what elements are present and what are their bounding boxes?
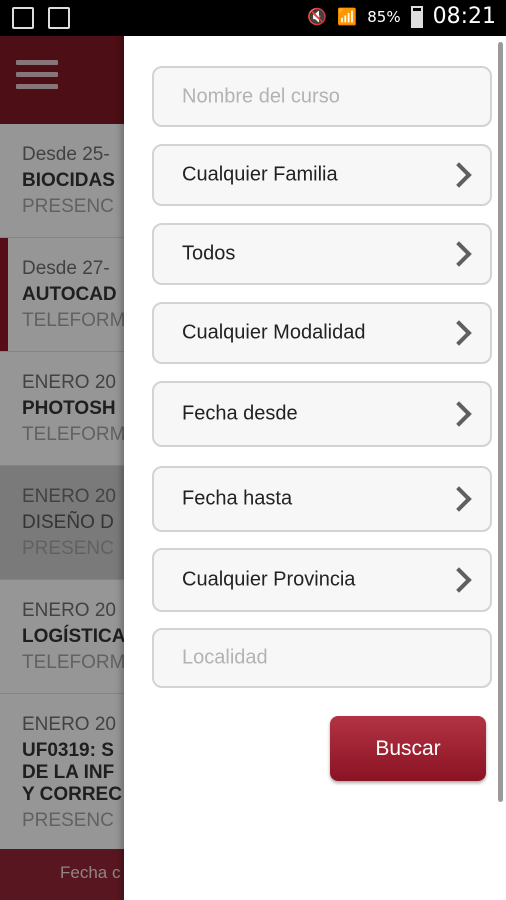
image-icon: [48, 7, 70, 29]
scrollbar[interactable]: [498, 42, 503, 802]
province-selector[interactable]: Cualquier Provincia: [152, 548, 492, 612]
wifi-icon: 📶: [337, 7, 358, 26]
chevron-right-icon: [446, 486, 472, 512]
date-from-selector[interactable]: Fecha desde: [152, 381, 492, 447]
chevron-right-icon: [446, 567, 472, 593]
clock: 08:21: [432, 4, 496, 29]
search-button[interactable]: Buscar: [330, 716, 486, 781]
course-name-input[interactable]: Nombre del curso: [152, 66, 492, 127]
locality-placeholder: Localidad: [182, 646, 268, 669]
scrim[interactable]: [0, 36, 124, 900]
course-name-placeholder: Nombre del curso: [182, 85, 340, 107]
modality-selector[interactable]: Cualquier Modalidad: [152, 302, 492, 364]
battery-icon: [410, 5, 423, 28]
family-selector[interactable]: Cualquier Familia: [152, 144, 492, 206]
notification-icon: [12, 7, 34, 29]
chevron-right-icon: [446, 320, 472, 346]
todos-selector[interactable]: Todos: [152, 223, 492, 285]
status-bar: 🔇 📶 85% 08:21: [0, 0, 506, 36]
chevron-right-icon: [446, 401, 472, 427]
filter-drawer: Nombre del curso Cualquier Familia Todos…: [124, 36, 506, 900]
chevron-right-icon: [446, 241, 472, 267]
battery-percent: 85%: [367, 7, 401, 26]
chevron-right-icon: [446, 162, 472, 188]
locality-input[interactable]: Localidad: [152, 628, 492, 688]
mute-icon: 🔇: [307, 7, 328, 26]
date-to-selector[interactable]: Fecha hasta: [152, 466, 492, 532]
